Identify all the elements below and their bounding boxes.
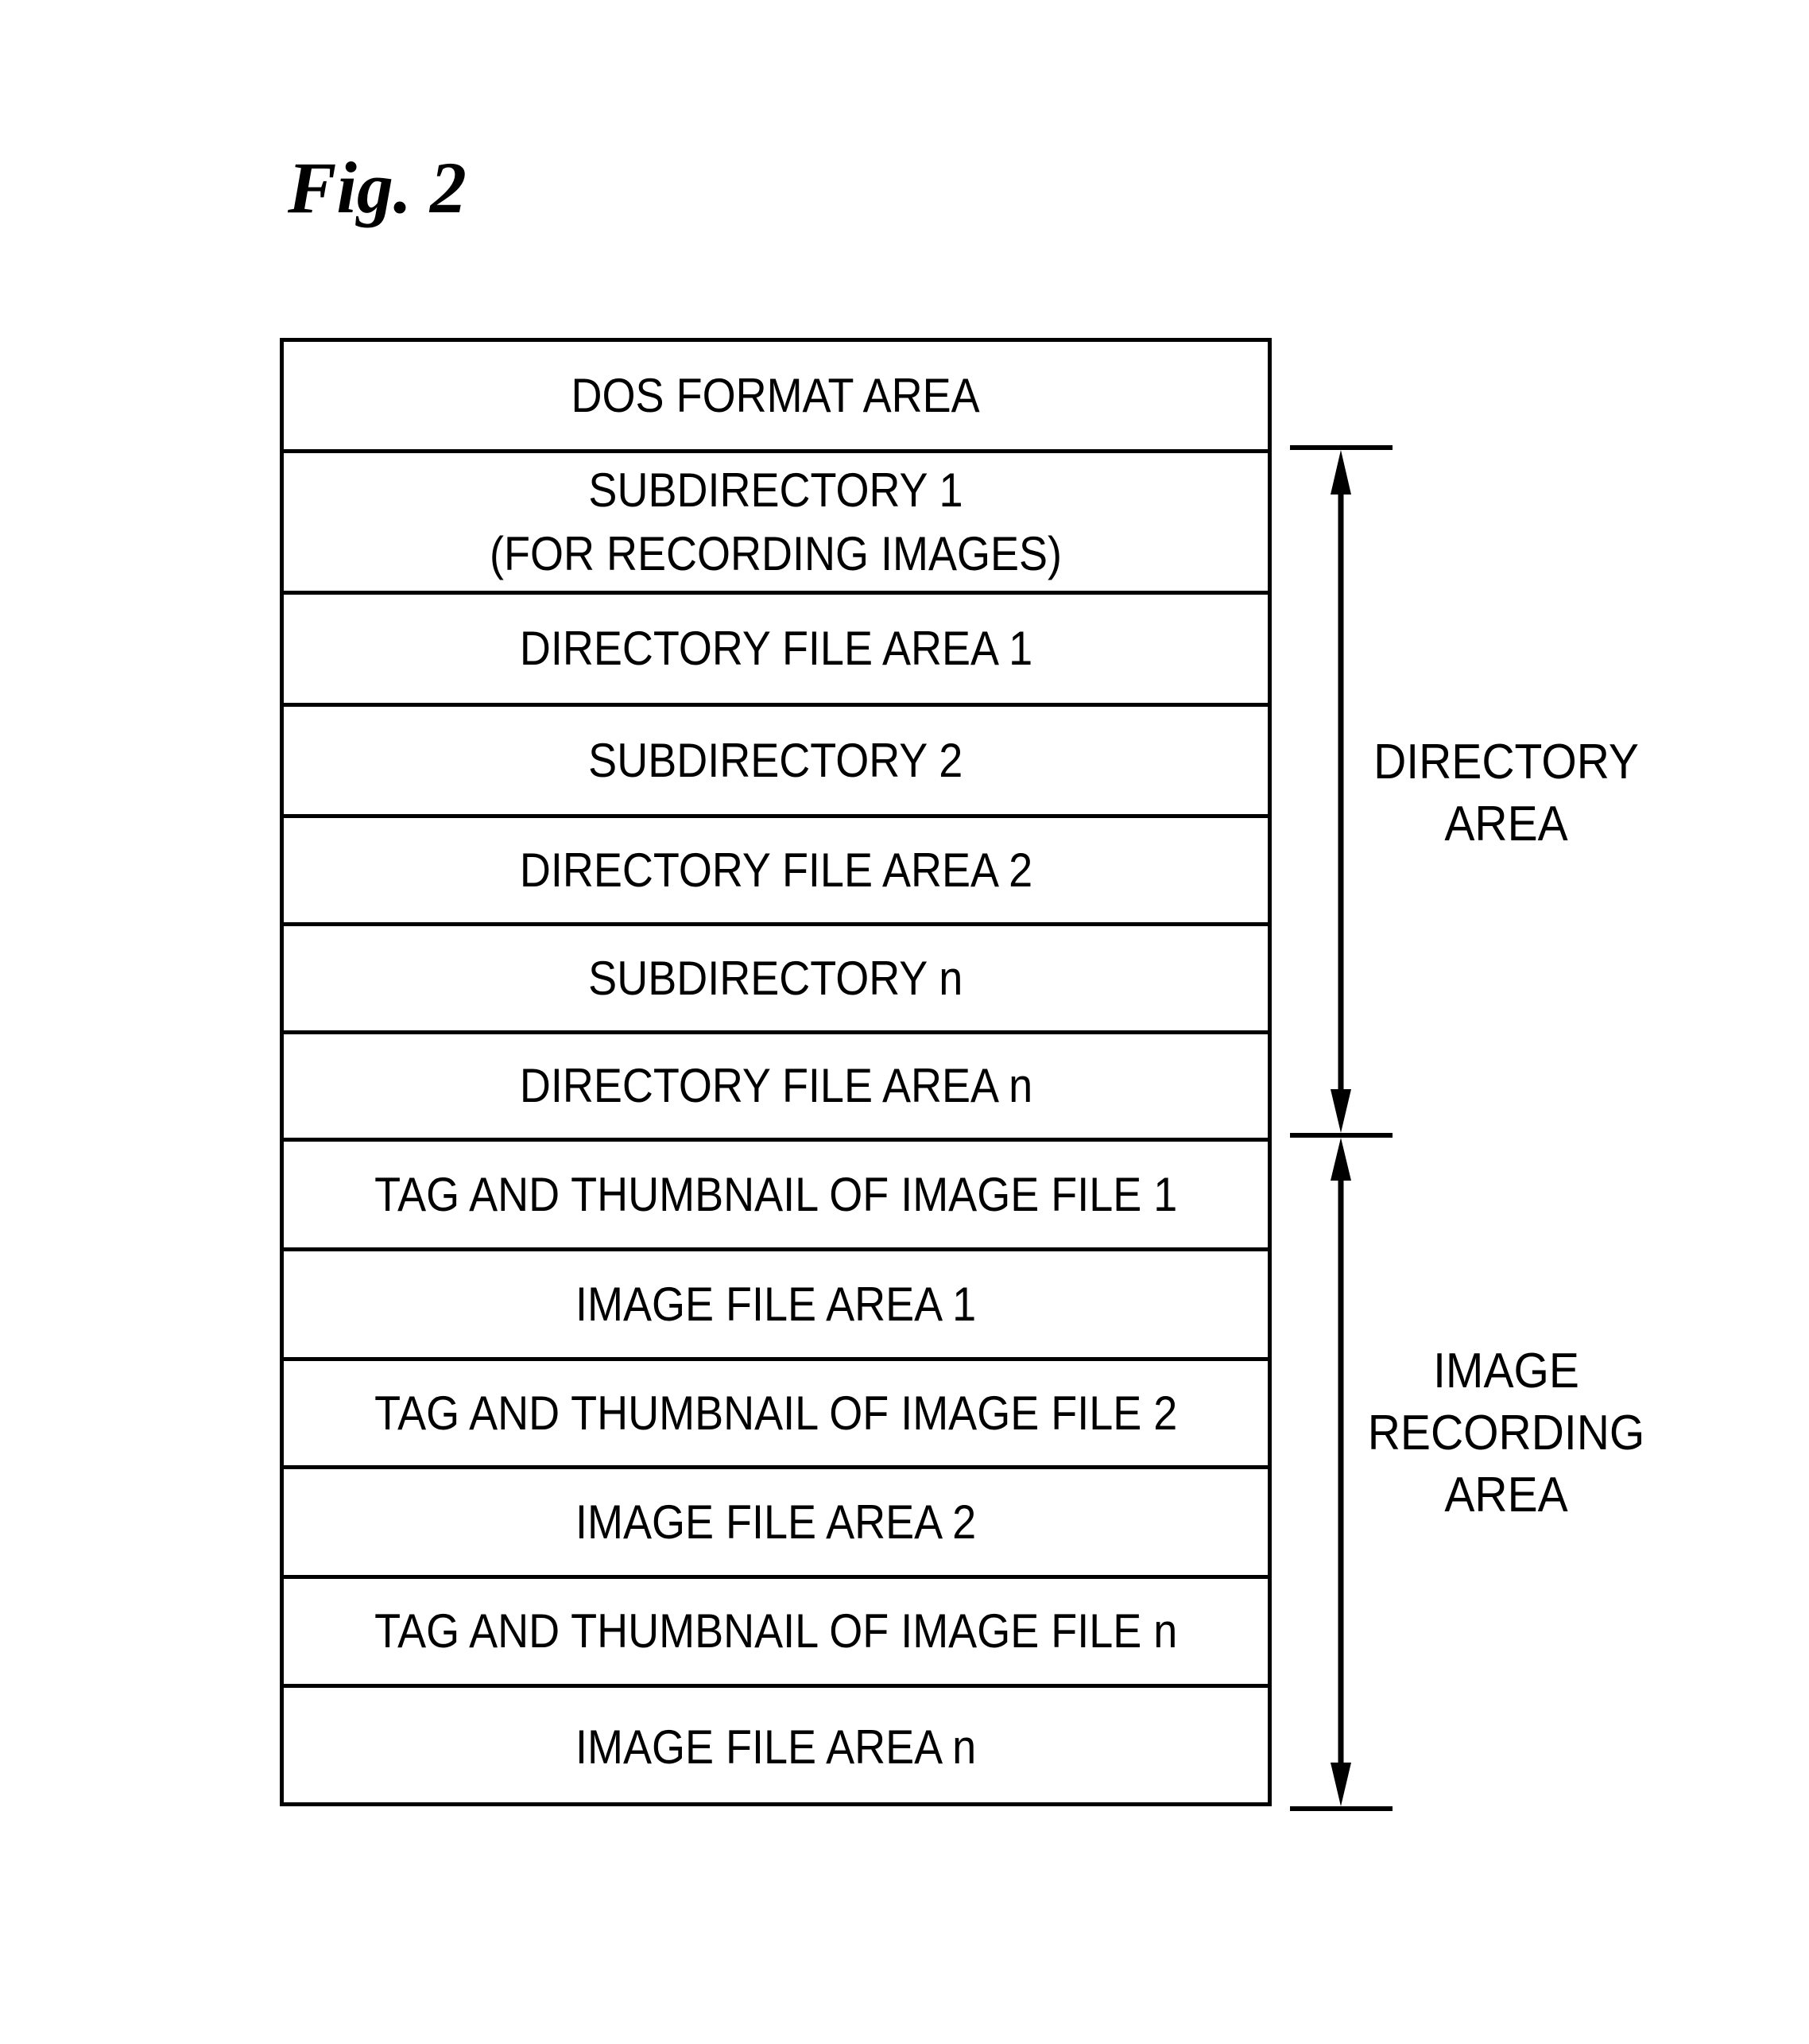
image-recording-area-label-line: RECORDING [1367,1406,1645,1460]
directory-area-label: DIRECTORY AREA [1339,731,1673,855]
image-area-arrow-down-icon [1331,1763,1351,1806]
directory-area-arrow-down-icon [1331,1089,1351,1133]
image-recording-area-label: IMAGE RECORDING AREA [1339,1340,1673,1526]
directory-area-label-line: DIRECTORY [1373,735,1639,789]
region-brackets [1290,445,1393,1811]
image-recording-area-label-line: AREA [1444,1468,1568,1522]
directory-area-arrow-up-icon [1331,450,1351,495]
image-recording-area-label-line: IMAGE [1433,1344,1579,1398]
image-area-arrow-up-icon [1331,1138,1351,1181]
directory-area-label-line: AREA [1444,797,1568,851]
